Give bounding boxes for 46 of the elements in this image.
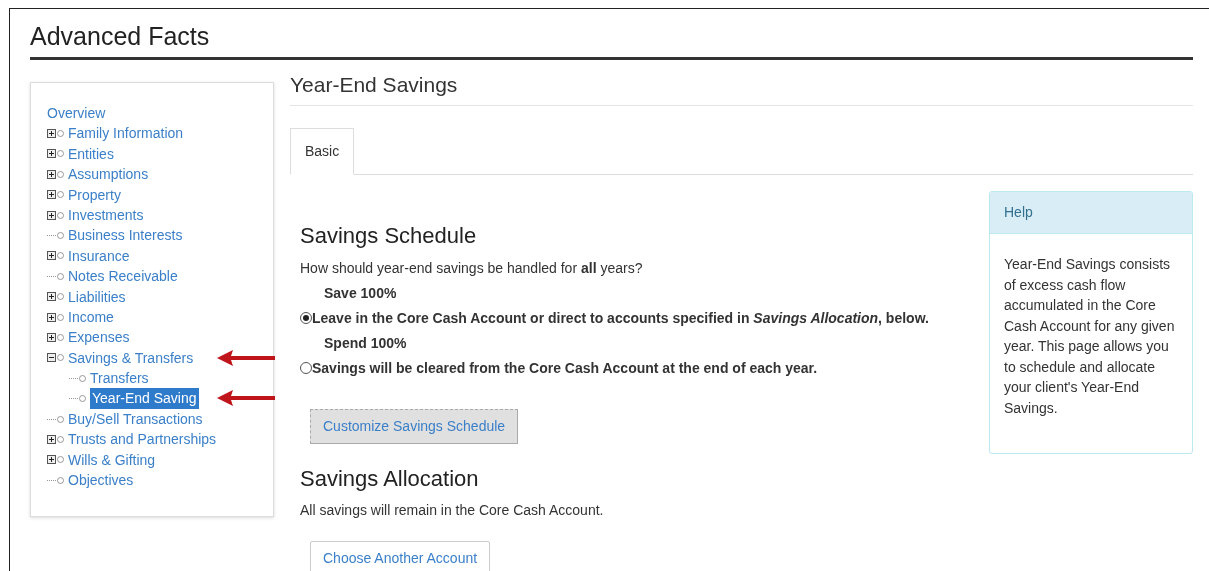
- section-heading: Savings Allocation: [300, 465, 480, 492]
- tree-link[interactable]: Liabilities: [68, 286, 126, 307]
- expand-icon[interactable]: [47, 210, 56, 220]
- tree-link[interactable]: Objectives: [68, 470, 134, 491]
- option-title: Spend 100%: [323, 333, 408, 353]
- tree-link[interactable]: Savings & Transfers: [68, 347, 194, 369]
- tree-link[interactable]: Notes Receivable: [68, 266, 178, 287]
- expand-icon[interactable]: [47, 251, 56, 261]
- radio-label: Savings will be cleared from the Core Cash Account at the end of each year.: [312, 358, 818, 378]
- section-title: Year-End Savings: [290, 60, 1193, 107]
- expand-icon[interactable]: [47, 190, 56, 200]
- tree-link[interactable]: Business Interests: [68, 225, 183, 246]
- tree-link[interactable]: Assumptions: [68, 164, 149, 185]
- tree-link[interactable]: Property: [68, 184, 121, 205]
- tree-link[interactable]: Transfers: [90, 368, 149, 389]
- tree-link[interactable]: Family Information: [68, 123, 184, 144]
- customize-button[interactable]: Customize Savings Schedule: [310, 408, 519, 444]
- question-text: How should year-end savings be handled for all years?: [300, 258, 644, 278]
- tree-link[interactable]: Insurance: [68, 245, 130, 267]
- page-title: Advanced Facts: [30, 21, 1193, 60]
- tab[interactable]: Basic: [290, 128, 355, 176]
- section-heading: Savings Schedule: [300, 223, 478, 250]
- help-title: Help: [990, 192, 1192, 235]
- expand-icon[interactable]: [47, 129, 56, 139]
- choose-account-button[interactable]: Choose Another Account: [310, 540, 491, 571]
- expand-icon[interactable]: [47, 333, 56, 342]
- tree-link[interactable]: Overview: [47, 103, 273, 124]
- tree-link[interactable]: Investments: [68, 204, 144, 226]
- expand-icon[interactable]: [47, 292, 56, 302]
- expand-icon[interactable]: [47, 455, 56, 465]
- expand-icon[interactable]: [47, 149, 56, 159]
- tree-link[interactable]: Buy/Sell Transactions: [68, 408, 203, 430]
- tree-link[interactable]: Expenses: [68, 327, 130, 348]
- tree-link[interactable]: Wills & Gifting: [68, 449, 156, 471]
- allocation-text: All savings will remain in the Core Cash Account.: [300, 500, 605, 520]
- tree-link[interactable]: Trusts and Partnerships: [68, 429, 217, 450]
- option-title: Save 100%: [323, 283, 398, 303]
- expand-icon[interactable]: [47, 169, 56, 179]
- tree-link[interactable]: Entities: [68, 143, 114, 165]
- tree-link[interactable]: Income: [68, 306, 114, 328]
- help-text: Year-End Savings consists of excess cash flow accumulated in the Core Cash Account for any given year. This page allows you to schedule and allocate your client's Year-End Savings.: [1003, 255, 1176, 418]
- tree-link[interactable]: Year-End Saving: [90, 388, 199, 409]
- collapse-icon[interactable]: [47, 353, 56, 363]
- expand-icon[interactable]: [47, 434, 56, 444]
- radio-label: Leave in the Core Cash Account or direct to accounts specified in Savings Allocation, below.: [312, 308, 929, 328]
- expand-icon[interactable]: [47, 312, 56, 322]
